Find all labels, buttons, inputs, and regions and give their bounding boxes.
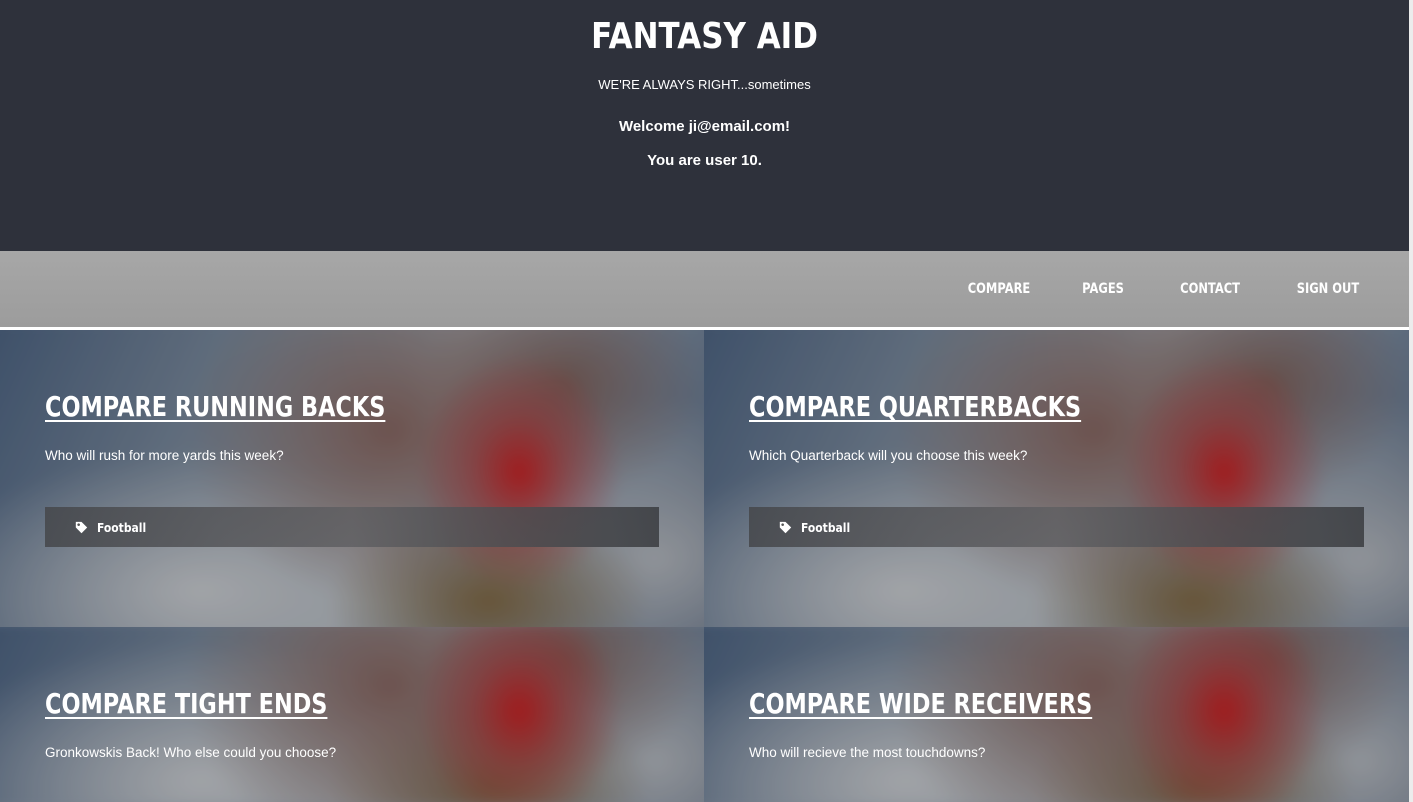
- window-right-edge: [1409, 0, 1413, 802]
- tag-label-football[interactable]: Football: [97, 520, 146, 535]
- tag-icon: [75, 521, 88, 533]
- site-tagline: WE'RE ALWAYS RIGHT...sometimes: [598, 77, 811, 92]
- nav-compare-link[interactable]: COMPARE: [967, 281, 1030, 297]
- tile-title[interactable]: COMPARE TIGHT ENDS: [45, 687, 327, 720]
- nav-pages-link[interactable]: PAGES: [1082, 281, 1124, 297]
- tag-bar: Football: [749, 507, 1364, 547]
- tag-bar: Football: [45, 507, 659, 547]
- main-nav: COMPARE PAGES CONTACT SIGN OUT: [0, 251, 1409, 327]
- tile-running-backs[interactable]: COMPARE RUNNING BACKS Who will rush for …: [0, 330, 704, 627]
- nav-contact-link[interactable]: CONTACT: [1180, 281, 1240, 297]
- tag-label-football[interactable]: Football: [801, 520, 850, 535]
- welcome-message: Welcome ji@email.com!: [618, 118, 791, 135]
- user-number-message: You are user 10.: [647, 152, 762, 169]
- nav-sign-out-link[interactable]: SIGN OUT: [1297, 281, 1359, 297]
- tile-description: Which Quarterback will you choose this w…: [749, 448, 1028, 463]
- tile-description: Who will recieve the most touchdowns?: [749, 745, 986, 760]
- nav-menu: COMPARE PAGES CONTACT SIGN OUT: [911, 251, 1359, 327]
- tile-description: Who will rush for more yards this week?: [45, 448, 284, 463]
- tile-description: Gronkowskis Back! Who else could you cho…: [45, 745, 337, 760]
- tile-title[interactable]: COMPARE WIDE RECEIVERS: [749, 687, 1092, 720]
- page: FANTASY AID WE'RE ALWAYS RIGHT...sometim…: [0, 0, 1413, 802]
- compare-tiles: COMPARE RUNNING BACKS Who will rush for …: [0, 330, 1409, 802]
- tag-icon: [779, 521, 792, 533]
- tile-quarterbacks[interactable]: COMPARE QUARTERBACKS Which Quarterback w…: [704, 330, 1409, 627]
- tile-title[interactable]: COMPARE RUNNING BACKS: [45, 390, 385, 423]
- tile-title[interactable]: COMPARE QUARTERBACKS: [749, 390, 1081, 423]
- site-header: FANTASY AID WE'RE ALWAYS RIGHT...sometim…: [0, 0, 1409, 251]
- tile-wide-receivers[interactable]: COMPARE WIDE RECEIVERS Who will recieve …: [704, 627, 1409, 802]
- tile-tight-ends[interactable]: COMPARE TIGHT ENDS Gronkowskis Back! Who…: [0, 627, 704, 802]
- site-title[interactable]: FANTASY AID: [99, 16, 1311, 57]
